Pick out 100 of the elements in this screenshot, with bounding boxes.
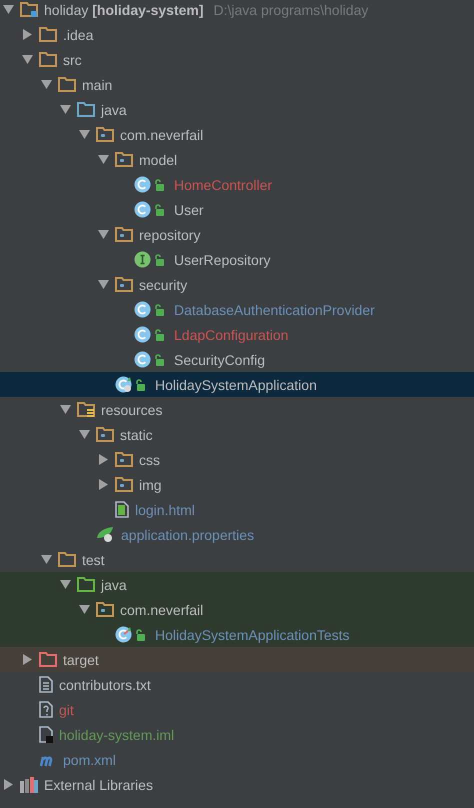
collapse-arrow-icon[interactable] bbox=[98, 229, 109, 240]
package-icon bbox=[96, 127, 114, 142]
class-icon bbox=[134, 326, 151, 343]
folder-icon bbox=[20, 2, 38, 17]
file-name: main bbox=[82, 76, 112, 92]
tree-row[interactable]: static bbox=[0, 422, 474, 447]
file-name: test bbox=[82, 552, 105, 568]
tree-row[interactable]: img bbox=[0, 472, 474, 497]
file-name: src bbox=[63, 52, 82, 68]
collapse-arrow-icon[interactable] bbox=[41, 79, 52, 90]
package-icon bbox=[96, 602, 114, 617]
collapse-arrow-icon[interactable] bbox=[79, 429, 90, 440]
package-icon bbox=[115, 152, 133, 167]
tree-row[interactable]: application.properties bbox=[0, 522, 474, 547]
tree-row[interactable]: java bbox=[0, 97, 474, 122]
class-icon bbox=[134, 301, 151, 318]
file-name: holiday-system.iml bbox=[59, 726, 174, 742]
lock-icon bbox=[154, 254, 164, 266]
collapse-arrow-icon[interactable] bbox=[41, 554, 52, 565]
tree-row[interactable]: holiday [holiday-system] D:\java programs\holiday bbox=[0, 0, 474, 22]
lock-icon bbox=[154, 304, 164, 316]
file-name: HomeController bbox=[174, 176, 272, 192]
class-icon bbox=[115, 376, 132, 393]
file-name: LdapConfiguration bbox=[174, 326, 288, 342]
tree-row[interactable]: External Libraries bbox=[0, 772, 474, 797]
tree-row[interactable]: com.neverfail bbox=[0, 122, 474, 147]
tree-row[interactable]: com.neverfail bbox=[0, 597, 474, 622]
file-name: model bbox=[139, 152, 178, 168]
tree-row[interactable]: User bbox=[0, 197, 474, 222]
expand-arrow-icon[interactable] bbox=[22, 29, 33, 40]
tree-row[interactable]: security bbox=[0, 272, 474, 297]
tree-row[interactable]: .idea bbox=[0, 22, 474, 47]
file-name: java bbox=[101, 576, 127, 592]
file-name: contributors.txt bbox=[59, 676, 151, 692]
collapse-arrow-icon[interactable] bbox=[98, 154, 109, 165]
tree-row[interactable]: DatabaseAuthenticationProvider bbox=[0, 297, 474, 322]
package-icon bbox=[115, 227, 133, 242]
tree-row[interactable]: model bbox=[0, 147, 474, 172]
file-name: External Libraries bbox=[44, 776, 153, 792]
collapse-arrow-icon[interactable] bbox=[98, 279, 109, 290]
expand-arrow-icon[interactable] bbox=[98, 479, 109, 490]
folder-icon bbox=[58, 552, 76, 567]
tree-row[interactable]: test bbox=[0, 547, 474, 572]
file-name: pom.xml bbox=[63, 752, 116, 768]
file-name: resources bbox=[101, 402, 162, 418]
folder-icon bbox=[58, 77, 76, 92]
spring-leaf-icon bbox=[96, 526, 116, 543]
library-icon bbox=[20, 776, 38, 792]
file-name: HolidaySystemApplication bbox=[155, 376, 317, 392]
package-icon bbox=[115, 277, 133, 292]
tree-row[interactable]: login.html bbox=[0, 497, 474, 522]
tree-row[interactable]: java bbox=[0, 572, 474, 597]
file-name: .idea bbox=[63, 26, 94, 42]
tree-row[interactable]: main bbox=[0, 72, 474, 97]
tree-row[interactable]: resources bbox=[0, 397, 474, 422]
html-file-icon bbox=[115, 501, 129, 518]
collapse-arrow-icon[interactable] bbox=[60, 104, 71, 115]
tree-row[interactable]: css bbox=[0, 447, 474, 472]
file-name: css bbox=[139, 452, 160, 468]
package-icon bbox=[115, 477, 133, 492]
file-name: holiday [holiday-system] bbox=[44, 2, 204, 18]
tree-row[interactable]: target bbox=[0, 647, 474, 672]
class-icon bbox=[115, 626, 132, 643]
file-name: HolidaySystemApplicationTests bbox=[155, 626, 350, 642]
file-name: UserRepository bbox=[174, 252, 270, 268]
tree-row[interactable]: holiday-system.iml bbox=[0, 722, 474, 747]
module-file-icon bbox=[39, 726, 53, 743]
folder-icon bbox=[39, 27, 57, 42]
text-file-icon bbox=[39, 676, 53, 693]
file-name: security bbox=[139, 276, 188, 292]
collapse-arrow-icon[interactable] bbox=[60, 579, 71, 590]
folder-icon bbox=[77, 577, 95, 592]
package-icon bbox=[96, 427, 114, 442]
lock-icon bbox=[154, 178, 164, 190]
file-name: SecurityConfig bbox=[174, 352, 266, 368]
file-name: com.neverfail bbox=[120, 602, 204, 618]
class-icon bbox=[134, 201, 151, 218]
file-name: application.properties bbox=[121, 526, 254, 542]
collapse-arrow-icon[interactable] bbox=[60, 404, 71, 415]
file-name: repository bbox=[139, 226, 200, 242]
collapse-arrow-icon[interactable] bbox=[22, 54, 33, 65]
tree-row[interactable]: UserRepository bbox=[0, 247, 474, 272]
tree-row[interactable]: HolidaySystemApplication bbox=[0, 372, 474, 397]
tree-row[interactable]: pom.xml bbox=[0, 747, 474, 772]
tree-row[interactable]: src bbox=[0, 47, 474, 72]
lock-icon bbox=[154, 204, 164, 216]
project-path: D:\java programs\holiday bbox=[214, 2, 368, 18]
tree-row[interactable]: SecurityConfig bbox=[0, 347, 474, 372]
expand-arrow-icon[interactable] bbox=[3, 779, 14, 790]
file-name: img bbox=[139, 476, 162, 492]
collapse-arrow-icon[interactable] bbox=[79, 604, 90, 615]
file-name: login.html bbox=[135, 502, 195, 518]
tree-row[interactable]: repository bbox=[0, 222, 474, 247]
collapse-arrow-icon[interactable] bbox=[3, 4, 14, 15]
collapse-arrow-icon[interactable] bbox=[79, 129, 90, 140]
tree-row[interactable]: HolidaySystemApplicationTests bbox=[0, 622, 474, 647]
expand-arrow-icon[interactable] bbox=[98, 454, 109, 465]
tree-row[interactable]: contributors.txt bbox=[0, 672, 474, 697]
expand-arrow-icon[interactable] bbox=[22, 654, 33, 665]
interface-icon bbox=[134, 251, 151, 268]
